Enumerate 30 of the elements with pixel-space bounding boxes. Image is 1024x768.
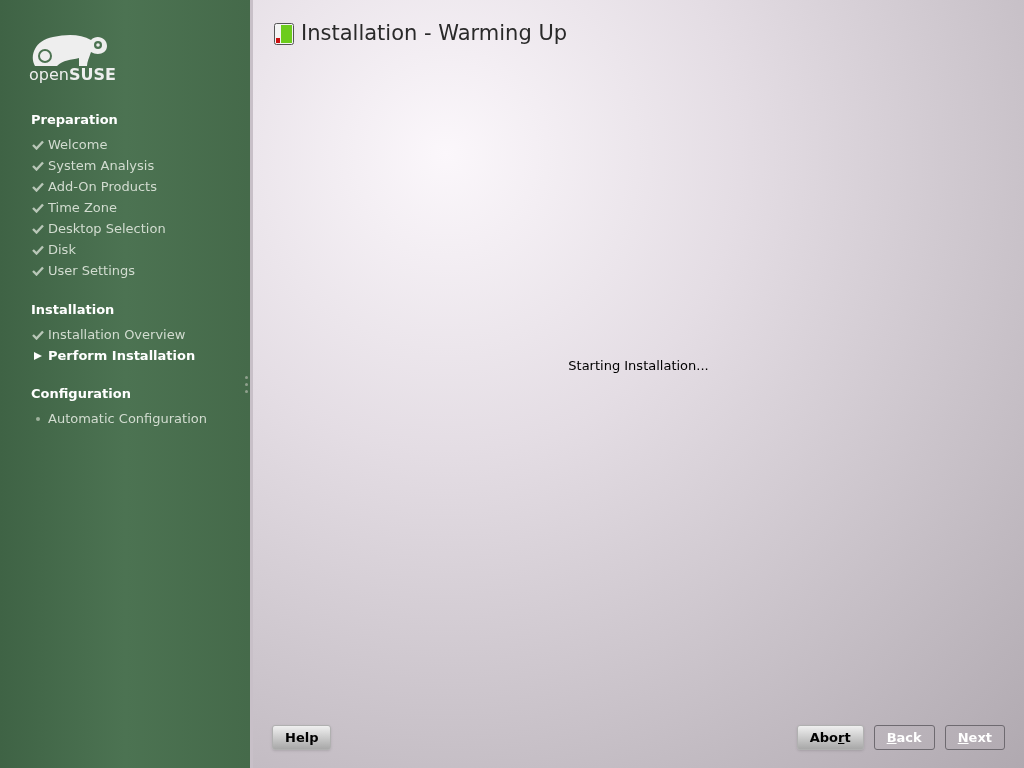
step-label: Add-On Products bbox=[48, 178, 157, 197]
help-button[interactable]: Help bbox=[272, 725, 332, 750]
section-title: Preparation bbox=[31, 111, 118, 129]
resize-grip-icon bbox=[245, 376, 248, 393]
status-text: Starting Installation... bbox=[568, 356, 709, 375]
check-icon bbox=[32, 203, 44, 213]
page-title: Installation - Warming Up bbox=[301, 20, 568, 47]
check-icon bbox=[32, 245, 44, 255]
nav-button[interactable]: Abort bbox=[796, 725, 864, 750]
check-icon bbox=[32, 140, 44, 150]
bullet-icon bbox=[36, 417, 40, 421]
step-label: User Settings bbox=[48, 262, 136, 281]
step-label: Welcome bbox=[48, 136, 108, 155]
step-label: Installation Overview bbox=[48, 325, 186, 344]
play-icon bbox=[34, 351, 42, 360]
installer-icon bbox=[274, 22, 294, 45]
logo-text: openSUSE bbox=[29, 66, 116, 84]
section-title: Installation bbox=[31, 300, 115, 319]
section-title: Configuration bbox=[31, 385, 131, 403]
check-icon bbox=[32, 224, 44, 234]
step-label: Time Zone bbox=[48, 199, 118, 218]
step-label: Desktop Selection bbox=[48, 220, 166, 239]
step-label: Automatic Configuration bbox=[48, 410, 207, 429]
check-icon bbox=[32, 182, 44, 192]
step-label: Perform Installation bbox=[48, 346, 196, 365]
check-icon bbox=[32, 266, 44, 276]
check-icon bbox=[32, 329, 44, 340]
check-icon bbox=[32, 161, 44, 171]
step-label: System Analysis bbox=[48, 157, 155, 176]
step-label: Disk bbox=[48, 241, 76, 260]
